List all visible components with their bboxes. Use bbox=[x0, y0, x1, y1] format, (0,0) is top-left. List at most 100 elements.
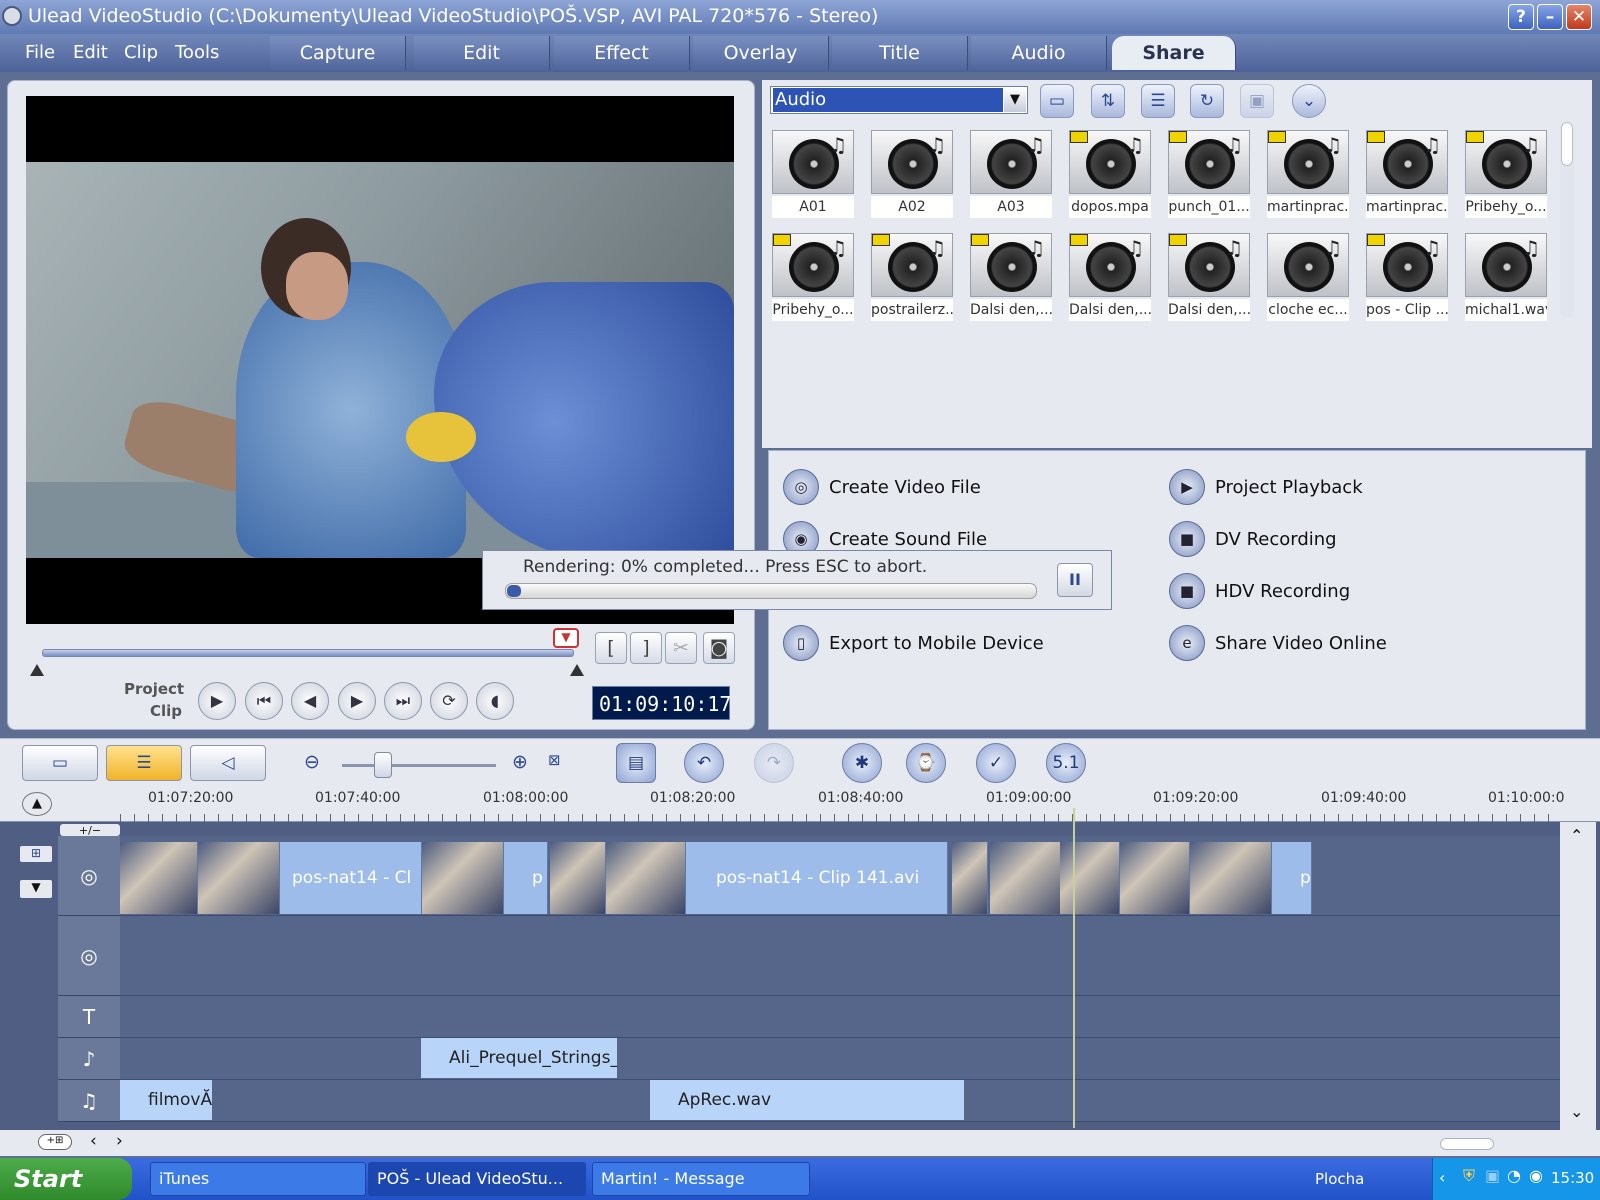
export-mobile-device[interactable]: ▯ Export to Mobile Device bbox=[783, 625, 1044, 661]
library-item[interactable]: ♫ Pribehy_o... bbox=[772, 233, 854, 323]
help-button[interactable]: ? bbox=[1508, 4, 1534, 30]
video-clip-thumb[interactable] bbox=[990, 842, 1070, 914]
smart-proxy-icon[interactable]: ✱ bbox=[842, 743, 882, 783]
mark-out-button[interactable]: ] bbox=[630, 632, 662, 664]
trim-end-handle[interactable] bbox=[570, 664, 584, 676]
add-track-button[interactable]: +/− bbox=[60, 824, 120, 837]
overlay-track[interactable] bbox=[120, 916, 1560, 996]
library-manager-icon[interactable]: ▣ bbox=[1240, 84, 1274, 118]
tab-share[interactable]: Share bbox=[1112, 36, 1236, 70]
music-track[interactable]: filmovĂ ApRec.wav bbox=[120, 1080, 1560, 1122]
video-clip-thumb[interactable] bbox=[952, 842, 988, 914]
project-mode-label[interactable]: Project bbox=[124, 680, 184, 698]
library-item[interactable]: ♫ pos - Clip ... bbox=[1366, 233, 1448, 323]
library-item[interactable]: ♫ Pribehy_o... bbox=[1465, 130, 1547, 220]
start-button[interactable]: Start bbox=[0, 1158, 132, 1200]
taskbar-itunes[interactable]: iTunes bbox=[150, 1162, 366, 1196]
timeline-view-button[interactable]: ☰ bbox=[106, 745, 182, 781]
taskbar-message[interactable]: Martin! - Message bbox=[592, 1162, 810, 1196]
library-item[interactable]: ♫ cloche ec... bbox=[1267, 233, 1349, 323]
library-item[interactable]: ♫ Dalsi den,... bbox=[1168, 233, 1250, 323]
video-clip-thumb[interactable] bbox=[550, 842, 606, 914]
folder-icon[interactable]: ▭ bbox=[1040, 84, 1074, 118]
dv-recording[interactable]: ■ DV Recording bbox=[1169, 521, 1337, 557]
video-clip[interactable]: pos-nat14 - Clip 141.avi bbox=[686, 842, 948, 914]
library-item[interactable]: ♫ martinprac... bbox=[1366, 130, 1448, 220]
title-track[interactable] bbox=[120, 996, 1560, 1038]
clip-mode-label[interactable]: Clip bbox=[150, 702, 182, 720]
sound-tray-icon[interactable]: ◔ bbox=[1507, 1166, 1521, 1185]
network-icon[interactable]: ▣ bbox=[1485, 1166, 1500, 1185]
previous-frame-icon[interactable]: ◀ bbox=[291, 682, 329, 720]
video-clip-thumb[interactable] bbox=[606, 842, 686, 914]
timeline-vertical-scrollbar[interactable]: ⌃ ⌄ bbox=[1560, 822, 1596, 1130]
scroll-left-icon[interactable]: ‹ bbox=[90, 1131, 97, 1151]
hdv-recording[interactable]: ■ HDV Recording bbox=[1169, 573, 1350, 609]
voice-track-icon[interactable]: ♪ bbox=[58, 1038, 120, 1080]
tray-expand-icon[interactable]: ‹ bbox=[1439, 1168, 1445, 1187]
timecode-field[interactable]: 01:09:10:17 bbox=[592, 686, 731, 720]
end-icon[interactable]: ⏭ bbox=[384, 682, 422, 720]
redo-icon[interactable]: ↷ bbox=[754, 743, 794, 783]
video-clip[interactable]: p bbox=[1272, 842, 1312, 914]
overlay-track-icon[interactable]: ◎ bbox=[58, 916, 120, 996]
menu-clip[interactable]: Clip bbox=[124, 42, 158, 63]
chevron-down-icon[interactable]: ▼ bbox=[1004, 88, 1026, 112]
library-item[interactable]: ♫ A02 bbox=[871, 130, 953, 220]
close-button[interactable]: ✕ bbox=[1566, 4, 1592, 30]
storyboard-view-button[interactable]: ▭ bbox=[22, 745, 98, 781]
add-chapter-icon[interactable]: +⊞ bbox=[38, 1134, 72, 1150]
menu-file[interactable]: File bbox=[25, 42, 55, 63]
refresh-icon[interactable]: ↻ bbox=[1190, 84, 1224, 118]
library-item[interactable]: ♫ michal1.wav bbox=[1465, 233, 1547, 323]
video-clip-thumb[interactable] bbox=[1190, 842, 1272, 914]
zoom-out-icon[interactable]: ⊖ bbox=[304, 751, 320, 773]
trim-start-handle[interactable] bbox=[30, 664, 44, 676]
zoom-slider-knob[interactable] bbox=[374, 752, 392, 778]
next-frame-icon[interactable]: ▶ bbox=[338, 682, 376, 720]
video-clip-thumb[interactable] bbox=[198, 842, 280, 914]
video-clip-thumb[interactable] bbox=[120, 842, 198, 914]
messenger-icon[interactable]: ◉ bbox=[1529, 1166, 1543, 1185]
volume-icon[interactable]: ◖ bbox=[476, 682, 514, 720]
project-playback[interactable]: ▶ Project Playback bbox=[1169, 469, 1363, 505]
play-icon[interactable]: ▶ bbox=[198, 682, 236, 720]
voice-clip[interactable]: Ali_Prequel_Strings_ bbox=[421, 1038, 617, 1078]
home-icon[interactable]: ⏮ bbox=[245, 682, 283, 720]
library-item[interactable]: ♫ martinprac... bbox=[1267, 130, 1349, 220]
zoom-slider[interactable] bbox=[342, 764, 496, 767]
fit-project-icon[interactable]: ⊠ bbox=[548, 751, 561, 769]
menu-tools[interactable]: Tools bbox=[175, 42, 219, 63]
timeline-cursor[interactable] bbox=[1073, 808, 1075, 1128]
library-scrollbar[interactable] bbox=[1560, 122, 1574, 318]
video-clip[interactable]: pos-nat14 - Cl bbox=[280, 842, 422, 914]
share-video-online[interactable]: e Share Video Online bbox=[1169, 625, 1387, 661]
insert-media-icon[interactable]: ▤ bbox=[616, 743, 656, 783]
snapshot-icon[interactable]: ◙ bbox=[703, 632, 735, 664]
library-item[interactable]: ♫ punch_01... bbox=[1168, 130, 1250, 220]
collapse-icon[interactable]: ▲ bbox=[22, 792, 52, 816]
dropdown-icon[interactable]: ▼ bbox=[20, 880, 52, 898]
chapter-icon[interactable]: ✓ bbox=[976, 743, 1016, 783]
library-item[interactable]: ♫ Dalsi den,... bbox=[970, 233, 1052, 323]
mark-in-button[interactable]: [ bbox=[595, 632, 627, 664]
tab-edit[interactable]: Edit bbox=[414, 36, 550, 70]
scroll-right-icon[interactable]: › bbox=[116, 1131, 123, 1151]
jog-playhead[interactable]: ▼ bbox=[553, 628, 579, 648]
menu-edit[interactable]: Edit bbox=[73, 42, 108, 63]
music-track-icon[interactable]: ♫ bbox=[58, 1080, 120, 1122]
library-category-select[interactable]: Audio ▼ bbox=[770, 86, 1028, 114]
cut-icon[interactable]: ✂ bbox=[665, 632, 697, 664]
list-view-icon[interactable]: ☰ bbox=[1141, 84, 1175, 118]
music-clip[interactable]: filmovĂ bbox=[120, 1080, 212, 1120]
voice-track[interactable]: Ali_Prequel_Strings_ bbox=[120, 1038, 1560, 1080]
repeat-icon[interactable]: ⟳ bbox=[430, 682, 468, 720]
desktop-toolbar-label[interactable]: Plocha bbox=[1315, 1170, 1364, 1188]
video-clip[interactable]: p bbox=[504, 842, 548, 914]
tab-title[interactable]: Title bbox=[832, 36, 968, 70]
taskbar-videostudio[interactable]: POŠ - Ulead VideoStu... bbox=[368, 1162, 586, 1196]
create-video-file[interactable]: ◎ Create Video File bbox=[783, 469, 981, 505]
library-item[interactable]: ♫ dopos.mpa bbox=[1069, 130, 1151, 220]
surround-sound-icon[interactable]: 5.1 bbox=[1046, 743, 1086, 783]
scrub-bar[interactable] bbox=[42, 649, 574, 657]
